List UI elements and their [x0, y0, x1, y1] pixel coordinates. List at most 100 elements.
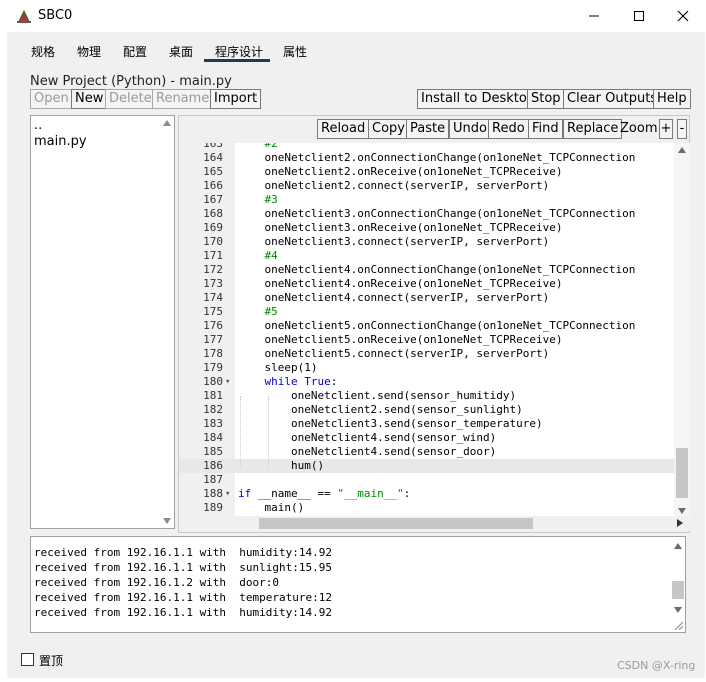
code-line[interactable]: 181 oneNetclient.send(sensor_humitidy) — [179, 389, 674, 403]
code-horizontal-scrollbar[interactable] — [235, 516, 690, 531]
output-line: received from 192.16.1.1 with humidity:1… — [34, 546, 333, 559]
code-line[interactable]: 177 oneNetclient5.onReceive(on1oneNet_TC… — [179, 333, 674, 347]
undo-button[interactable]: Undo — [449, 119, 491, 139]
code-text: #3 — [238, 193, 278, 206]
rename-button[interactable]: Rename — [152, 89, 214, 109]
scroll-down-icon[interactable] — [163, 518, 171, 524]
scroll-up-icon[interactable] — [674, 543, 682, 549]
code-text: if __name__ == "__main__": — [238, 487, 411, 500]
code-line[interactable]: 189 main() — [179, 501, 674, 515]
reload-button[interactable]: Reload — [317, 119, 370, 139]
line-number: 173 — [203, 277, 223, 290]
code-text: oneNetclient3.send(sensor_temperature) — [238, 417, 543, 430]
stop-button[interactable]: Stop — [527, 89, 565, 109]
line-number: 178 — [203, 347, 223, 360]
line-number: 188 — [203, 487, 223, 500]
code-line[interactable]: 172 oneNetclient4.onConnectionChange(on1… — [179, 263, 674, 277]
fold-toggle-icon[interactable]: ▾ — [225, 487, 230, 501]
output-scroll-thumb[interactable] — [672, 581, 684, 599]
code-line[interactable]: 166 oneNetclient2.connect(serverIP, serv… — [179, 179, 674, 193]
code-line[interactable]: 182 oneNetclient2.send(sensor_sunlight) — [179, 403, 674, 417]
maximize-button[interactable] — [616, 0, 662, 32]
line-number: 165 — [203, 165, 223, 178]
scroll-up-icon[interactable] — [678, 147, 686, 153]
always-on-top-checkbox[interactable] — [21, 653, 34, 666]
code-line[interactable]: 176 oneNetclient5.onConnectionChange(on1… — [179, 319, 674, 333]
code-line[interactable]: 168 oneNetclient3.onConnectionChange(on1… — [179, 207, 674, 221]
fold-toggle-icon[interactable]: ▾ — [225, 375, 230, 389]
copy-button[interactable]: Copy — [368, 119, 409, 139]
code-text: #5 — [238, 305, 278, 318]
code-text: main() — [238, 501, 305, 514]
code-line[interactable]: 167 #3 — [179, 193, 674, 207]
file-list-scrollbar[interactable] — [160, 116, 174, 528]
code-line[interactable]: 187 — [179, 473, 674, 487]
tab-attributes[interactable]: 属性 — [283, 43, 307, 60]
line-number: 175 — [203, 305, 223, 318]
window-title: SBC0 — [38, 8, 73, 23]
code-line[interactable]: 174 oneNetclient4.connect(serverIP, serv… — [179, 291, 674, 305]
code-vertical-scrollbar[interactable] — [674, 143, 690, 516]
code-line[interactable]: 184 oneNetclient4.send(sensor_wind) — [179, 431, 674, 445]
code-line[interactable]: 171 #4 — [179, 249, 674, 263]
scroll-down-icon[interactable] — [674, 607, 682, 613]
indent-guide — [240, 396, 241, 466]
install-to-desktop-button[interactable]: Install to Desktop — [417, 89, 540, 109]
output-scrollbar[interactable] — [671, 537, 685, 632]
code-line[interactable]: 188 ▾ if __name__ == "__main__": — [179, 487, 674, 501]
code-line[interactable]: 183 oneNetclient3.send(sensor_temperatur… — [179, 417, 674, 431]
tab-desktop[interactable]: 桌面 — [169, 43, 193, 60]
window-frame: 规格 物理 配置 桌面 程序设计 属性 New Project (Python)… — [7, 32, 705, 678]
redo-button[interactable]: Redo — [488, 119, 529, 139]
bottom-bar: 置顶 CSDN @X-ring — [7, 650, 705, 678]
minimize-button[interactable] — [571, 0, 617, 32]
resize-grip-icon[interactable] — [673, 620, 683, 630]
close-icon — [677, 10, 689, 22]
code-line[interactable]: 175 #5 — [179, 305, 674, 319]
code-line[interactable]: 186 hum() — [179, 459, 674, 473]
open-button[interactable]: Open — [30, 89, 73, 109]
code-hscroll-thumb[interactable] — [259, 518, 533, 529]
tab-config[interactable]: 配置 — [123, 43, 147, 60]
scroll-down-icon[interactable] — [678, 508, 686, 514]
output-console[interactable]: received from 192.16.1.1 with humidity:1… — [30, 536, 686, 633]
zoom-in-button[interactable]: + — [659, 119, 673, 139]
code-line[interactable]: 185 oneNetclient4.send(sensor_door) — [179, 445, 674, 459]
code-line[interactable]: 180 ▾ while True: — [179, 375, 674, 389]
line-number: 172 — [203, 263, 223, 276]
import-button[interactable]: Import — [210, 89, 262, 109]
code-text: oneNetclient4.send(sensor_door) — [238, 445, 497, 458]
file-item-parent[interactable]: .. — [34, 118, 42, 133]
new-button[interactable]: New — [71, 89, 108, 109]
scroll-up-icon[interactable] — [163, 120, 171, 126]
editor-panel: Reload Copy Paste Undo Redo Find Replace… — [178, 115, 690, 533]
file-list[interactable]: .. main.py — [30, 115, 175, 529]
delete-button[interactable]: Delete — [105, 89, 156, 109]
replace-button[interactable]: Replace — [563, 119, 623, 139]
find-button[interactable]: Find — [528, 119, 563, 139]
minimize-icon — [589, 15, 599, 17]
watermark-text: CSDN @X-ring — [617, 659, 696, 672]
code-line[interactable]: 169 oneNetclient3.onReceive(on1oneNet_TC… — [179, 221, 674, 235]
file-item-main-py[interactable]: main.py — [34, 134, 87, 149]
app-icon — [17, 10, 31, 23]
code-line[interactable]: 173 oneNetclient4.onReceive(on1oneNet_TC… — [179, 277, 674, 291]
zoom-out-button[interactable]: - — [677, 119, 687, 139]
clear-outputs-button[interactable]: Clear Outputs — [563, 89, 662, 109]
code-line[interactable]: 179 sleep(1) — [179, 361, 674, 375]
code-scroll-thumb[interactable] — [676, 448, 688, 498]
help-button[interactable]: Help — [653, 89, 691, 109]
scroll-right-icon[interactable] — [677, 519, 683, 527]
paste-button[interactable]: Paste — [406, 119, 450, 139]
code-text: oneNetclient2.onConnectionChange(on1oneN… — [238, 151, 636, 164]
tab-specs[interactable]: 规格 — [31, 43, 55, 60]
tab-physical[interactable]: 物理 — [77, 43, 101, 60]
code-editor[interactable]: 163 #2 164 oneNetclient2.onConnectionChan… — [179, 143, 690, 516]
code-line[interactable]: 163 #2 — [179, 143, 674, 151]
code-line[interactable]: 170 oneNetclient3.connect(serverIP, serv… — [179, 235, 674, 249]
code-line[interactable]: 165 oneNetclient2.onReceive(on1oneNet_TC… — [179, 165, 674, 179]
tab-programming[interactable]: 程序设计 — [215, 43, 263, 60]
code-line[interactable]: 164 oneNetclient2.onConnectionChange(on1… — [179, 151, 674, 165]
code-line[interactable]: 178 oneNetclient5.connect(serverIP, serv… — [179, 347, 674, 361]
close-button[interactable] — [660, 0, 706, 32]
